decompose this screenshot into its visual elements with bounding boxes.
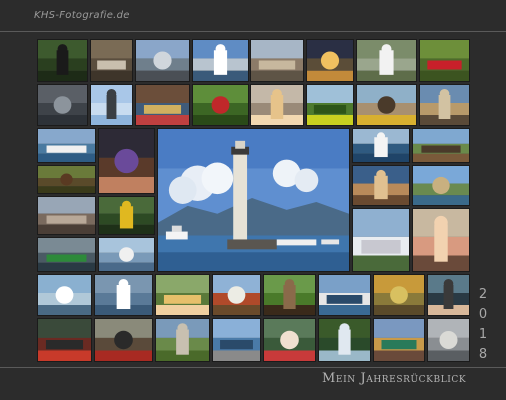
photo-passenger-ship: [318, 274, 371, 316]
photo-seagull: [356, 39, 417, 82]
photo-yellow-tram: [356, 84, 417, 126]
photo-love-locks: [135, 84, 190, 126]
photo-lighthouse-harbor: [157, 128, 350, 272]
top-divider: [0, 31, 506, 32]
year-digit: 1: [478, 327, 488, 342]
photo-timber-house: [212, 274, 261, 316]
year-digit: 8: [478, 347, 488, 362]
photo-old-cannon: [263, 274, 316, 316]
photo-cruise-ship-harbor: [192, 39, 249, 82]
photo-red-jacket-man: [263, 318, 316, 362]
photo-harbor-town: [37, 196, 96, 235]
photo-harbor-pier: [98, 237, 155, 272]
year-digit: 2: [478, 287, 488, 302]
photo-market-square: [373, 274, 425, 316]
bottom-divider: [0, 367, 506, 368]
photo-couple-on-street: [90, 39, 133, 82]
photo-modern-buildings: [212, 318, 261, 362]
photo-cathedral-square: [427, 318, 470, 362]
photo-red-tractor-car: [37, 318, 92, 362]
photo-green-boat: [37, 237, 96, 272]
year-digit: 0: [478, 307, 488, 322]
photo-half-timbered-street: [419, 84, 470, 126]
photo-cruise-ship-white: [352, 128, 410, 163]
photo-airplane-sky: [90, 84, 133, 126]
collage-canvas: KHS-Fotografie.de 2 0 1 8 Mein Jahresrüc…: [0, 0, 506, 400]
photo-storm-clouds-lake: [37, 84, 88, 126]
photo-windmill: [412, 128, 470, 163]
photo-man-with-microphone: [427, 274, 470, 316]
photo-lake-ferry: [37, 128, 96, 163]
collage-title: Mein Jahresrückblick: [322, 371, 467, 386]
photo-red-steam-tractor: [94, 318, 153, 362]
photo-curly-hair-woman: [98, 128, 155, 194]
photo-parrots: [98, 196, 155, 235]
photo-vintage-vw-bus: [135, 39, 190, 82]
photo-old-town-houses: [250, 39, 304, 82]
photo-colorful-old-town: [373, 318, 425, 362]
photo-castle-village: [352, 165, 410, 206]
photo-blonde-woman-green: [155, 274, 210, 316]
photo-river-town: [412, 165, 470, 206]
photo-waterfall-forest: [318, 318, 371, 362]
photo-red-convertible: [192, 84, 249, 126]
photo-portrait-man-suit: [37, 39, 88, 82]
photo-boats-dock: [37, 274, 92, 316]
watermark-text: KHS-Fotografie.de: [34, 10, 130, 21]
photo-car-ferry: [94, 274, 153, 316]
photo-garden-pavilion: [155, 318, 210, 362]
photo-red-vintage-car: [419, 39, 470, 82]
photo-woman-portrait: [412, 208, 470, 272]
photo-brown-bear: [37, 165, 96, 194]
photo-park-trees: [306, 84, 354, 126]
photo-hilltop-castle: [352, 208, 410, 272]
photo-blonde-woman-portrait: [250, 84, 304, 126]
photo-city-night-lights: [306, 39, 354, 82]
